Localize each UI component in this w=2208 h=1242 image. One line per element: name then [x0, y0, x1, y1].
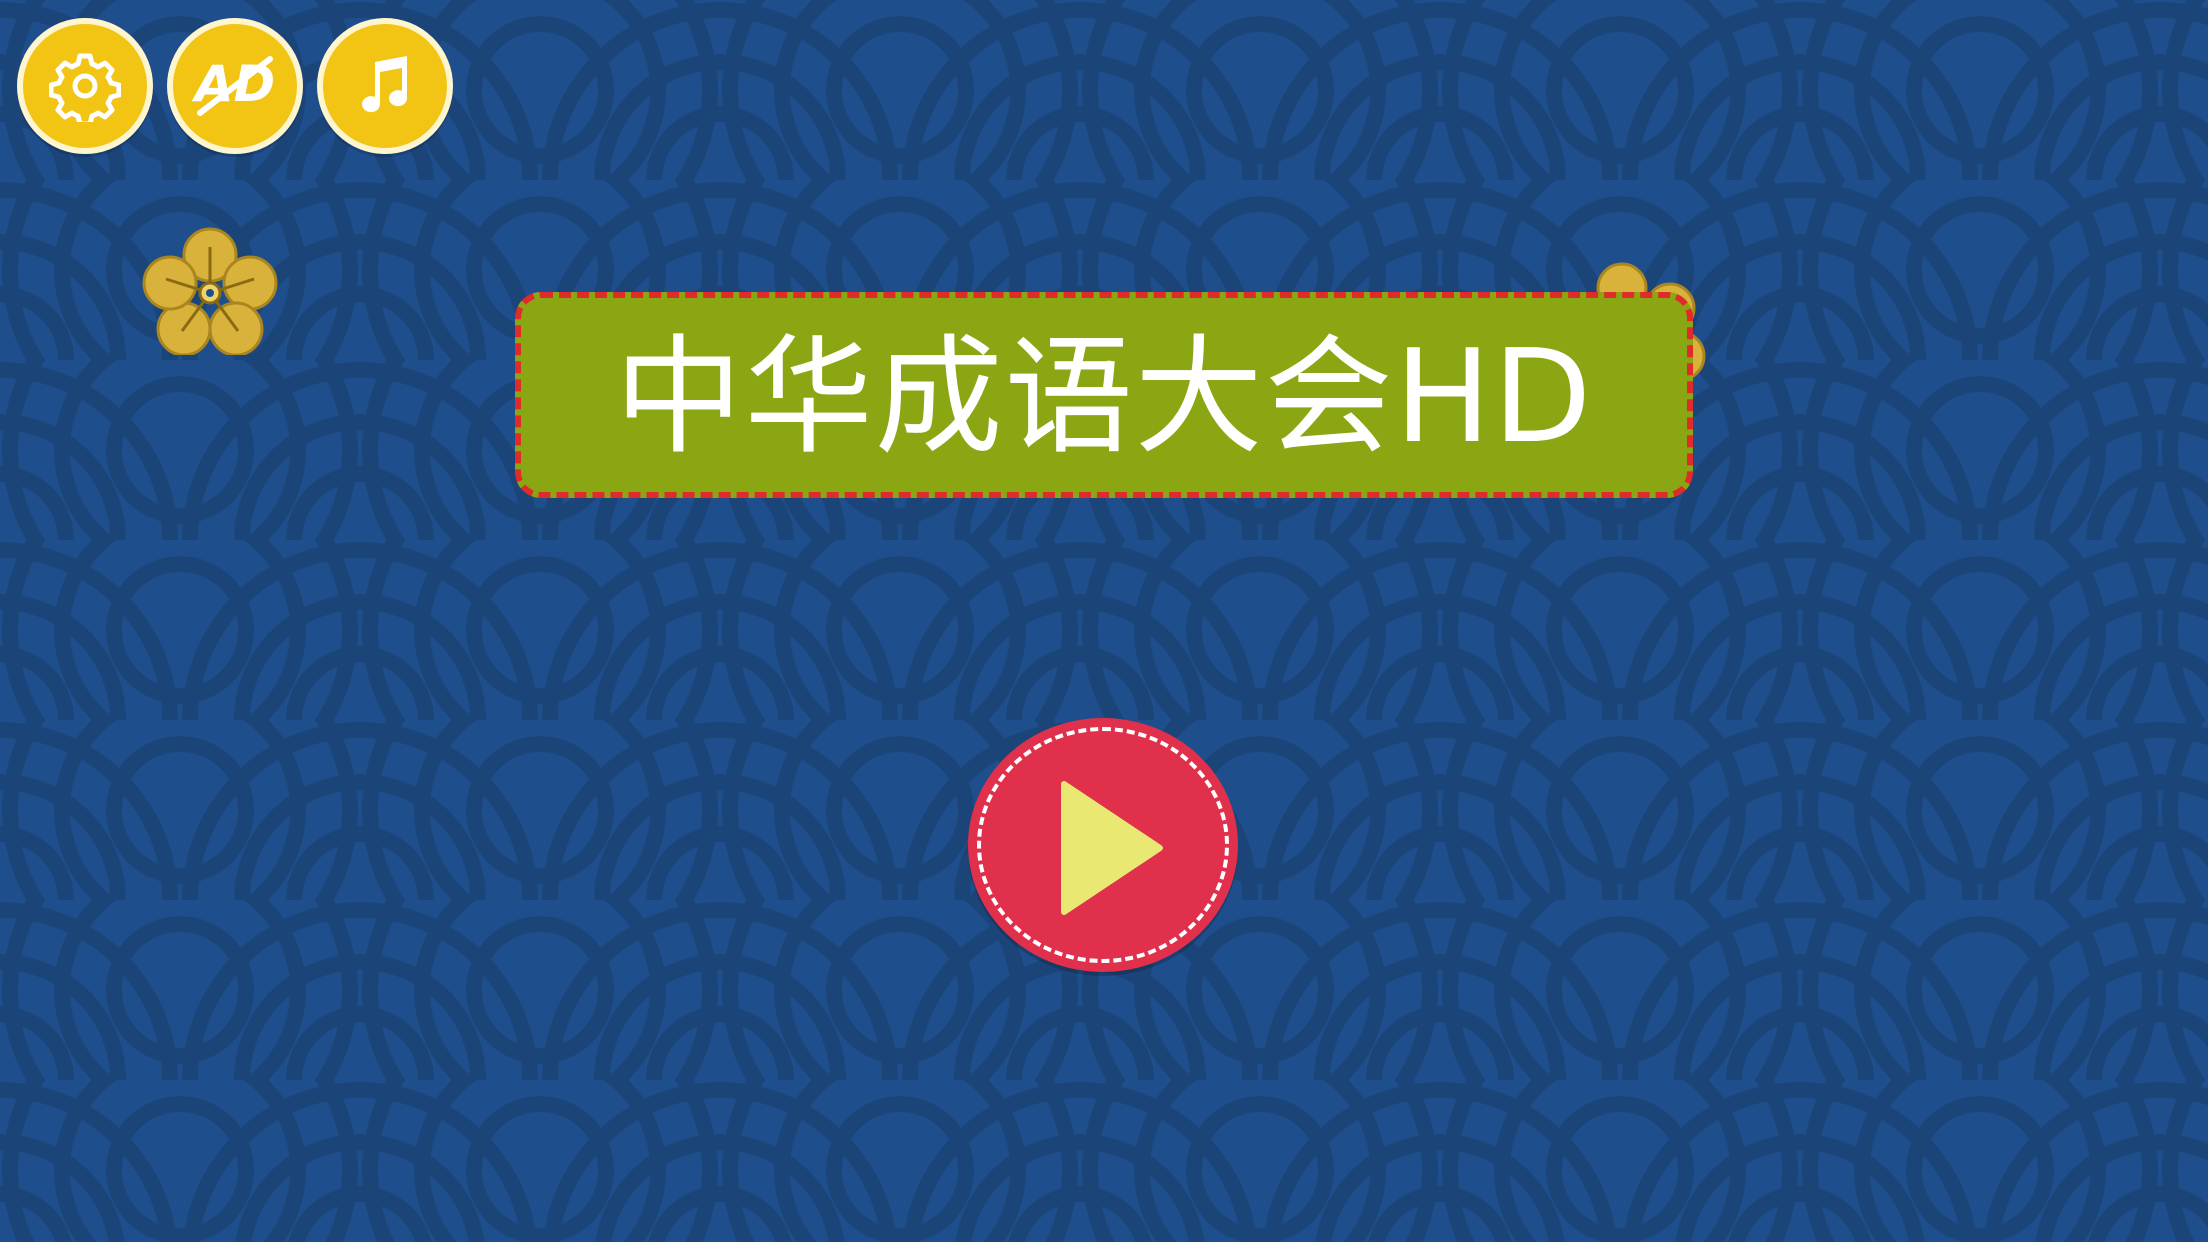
game-start-screen: AD	[0, 0, 2208, 1242]
gold-flower-decoration	[140, 225, 280, 359]
music-note-icon	[353, 54, 417, 118]
game-title: 中华成语大会HD	[614, 323, 1594, 472]
play-button[interactable]	[968, 718, 1238, 972]
music-toggle-button[interactable]	[317, 18, 453, 154]
background-wave-pattern	[0, 0, 2208, 1242]
title-banner: 中华成语大会HD	[515, 292, 1693, 498]
gear-icon	[49, 50, 121, 122]
remove-ads-button[interactable]: AD	[167, 18, 303, 154]
settings-button[interactable]	[17, 18, 153, 154]
no-ad-icon: AD	[190, 51, 280, 121]
play-icon	[1056, 778, 1166, 922]
